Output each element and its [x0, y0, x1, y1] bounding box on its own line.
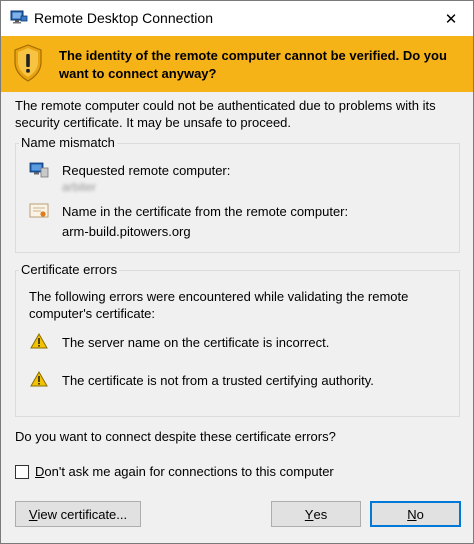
connect-question: Do you want to connect despite these cer…: [15, 429, 336, 444]
view-certificate-button[interactable]: View certificate...: [15, 501, 141, 527]
requested-computer-value: arbiter: [62, 180, 97, 194]
no-button[interactable]: No: [370, 501, 461, 527]
banner-message: The identity of the remote computer cann…: [59, 48, 447, 81]
close-button[interactable]: ✕: [429, 1, 473, 36]
shield-warning-icon: [14, 44, 42, 82]
errors-description: The following errors were encountered wh…: [29, 289, 409, 321]
warning-icon: [30, 333, 48, 349]
window-title: Remote Desktop Connection: [34, 10, 213, 26]
certificate-icon: [29, 203, 49, 218]
name-mismatch-title: Name mismatch: [19, 135, 117, 150]
error-item: The server name on the certificate is in…: [62, 335, 330, 350]
warning-icon: [30, 371, 48, 387]
computer-icon: [29, 162, 49, 178]
error-item: The certificate is not from a trusted ce…: [62, 373, 374, 388]
dont-ask-again-checkbox[interactable]: [15, 464, 29, 479]
certificate-name-value: arm-build.pitowers.org: [62, 224, 191, 239]
certificate-errors-group: Certificate errors The following errors …: [15, 262, 460, 417]
name-mismatch-group: Name mismatch Requested remote computer:…: [15, 135, 460, 253]
warning-banner: The identity of the remote computer cann…: [1, 36, 473, 92]
certificate-name-label: Name in the certificate from the remote …: [62, 204, 349, 219]
yes-button[interactable]: Yes: [271, 501, 361, 527]
certificate-errors-title: Certificate errors: [19, 262, 120, 277]
dont-ask-again-checkbox-row[interactable]: Don't ask me again for connections to th…: [15, 464, 334, 479]
rdp-certificate-dialog: Remote Desktop Connection ✕ The identity…: [0, 0, 474, 544]
intro-text: The remote computer could not be authent…: [15, 98, 436, 130]
requested-computer-label: Requested remote computer:: [62, 163, 231, 178]
title-bar[interactable]: Remote Desktop Connection ✕: [1, 1, 473, 36]
close-icon: ✕: [444, 10, 458, 28]
dont-ask-again-label: Don't ask me again for connections to th…: [35, 464, 334, 479]
remote-desktop-icon: [10, 10, 28, 24]
